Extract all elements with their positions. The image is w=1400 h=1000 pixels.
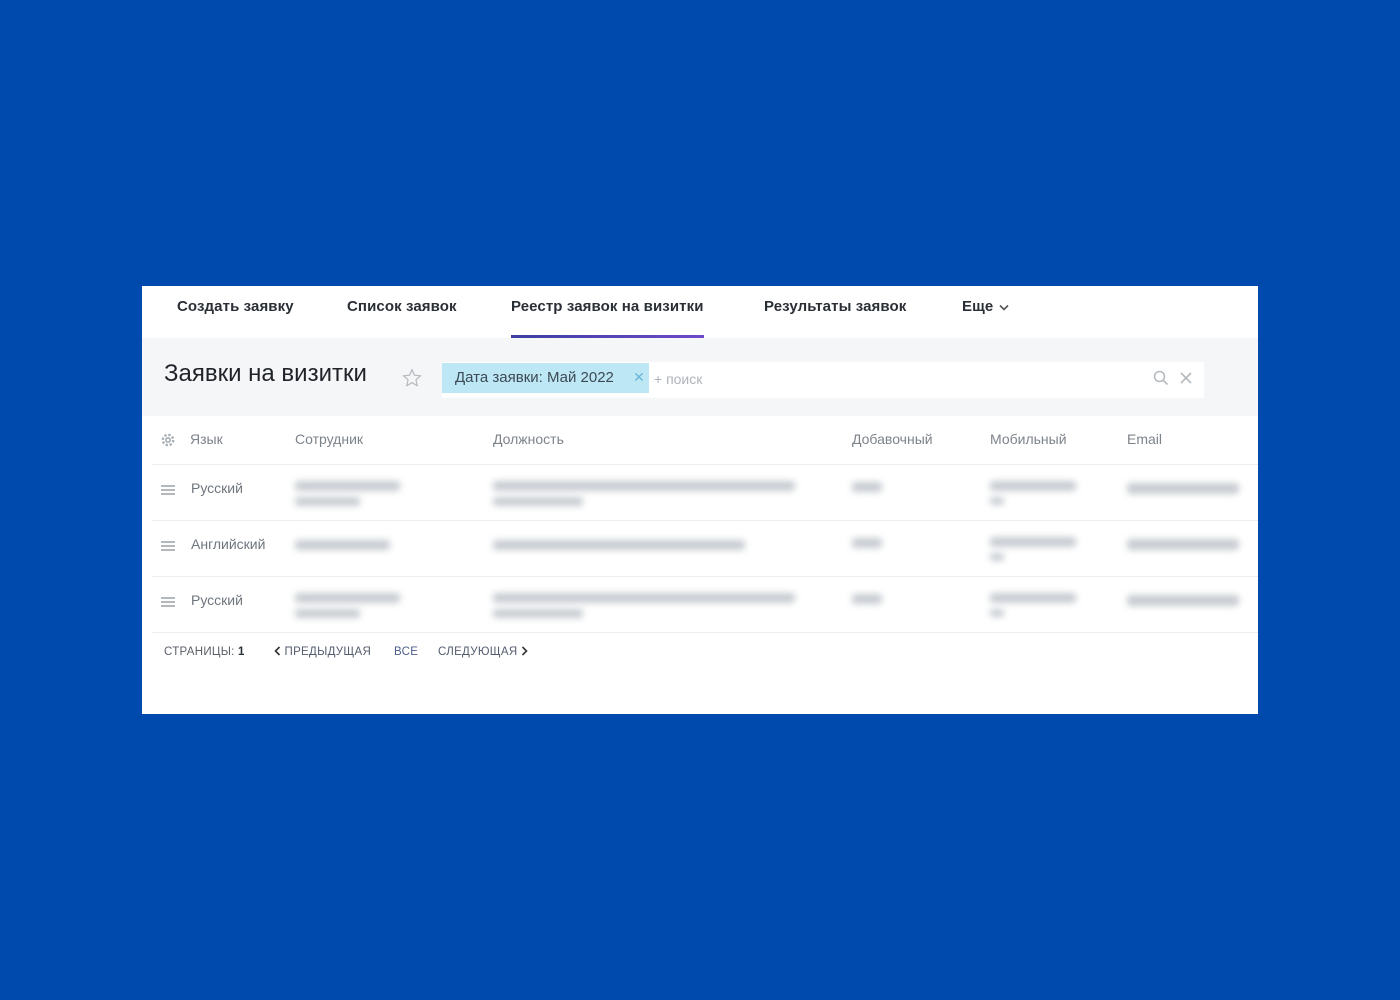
chevron-right-icon bbox=[521, 646, 528, 658]
cell-language: Русский bbox=[191, 480, 243, 496]
redacted-position bbox=[493, 540, 745, 550]
table-row[interactable]: Русский bbox=[152, 577, 1258, 633]
redacted-position bbox=[493, 593, 795, 603]
chevron-left-icon bbox=[274, 646, 281, 658]
redacted-mobile bbox=[990, 553, 1004, 561]
registry-panel: Создать заявку Список заявок Реестр заяв… bbox=[142, 286, 1258, 714]
redacted-extension bbox=[852, 482, 882, 492]
redacted-extension bbox=[852, 594, 882, 604]
redacted-mobile bbox=[990, 609, 1004, 617]
all-pages-link[interactable]: ВСЕ bbox=[394, 646, 418, 658]
redacted-mobile bbox=[990, 481, 1076, 491]
redacted-extension bbox=[852, 538, 882, 548]
pages-label: СТРАНИЦЫ: bbox=[164, 646, 235, 658]
redacted-position bbox=[493, 609, 583, 618]
current-page-number[interactable]: 1 bbox=[238, 646, 245, 658]
tab-request-results[interactable]: Результаты заявок bbox=[764, 286, 906, 338]
column-header-email[interactable]: Email bbox=[1127, 431, 1162, 447]
tab-create-request[interactable]: Создать заявку bbox=[177, 286, 294, 338]
prev-page-label: ПРЕДЫДУЩАЯ bbox=[284, 646, 372, 658]
redacted-employee bbox=[295, 481, 400, 491]
toolbar: Заявки на визитки Дата заявки: Май 2022 … bbox=[142, 338, 1258, 416]
tab-more-label: Еще bbox=[962, 298, 994, 315]
requests-table: Язык Сотрудник Должность Добавочный Моби… bbox=[152, 416, 1258, 633]
redacted-email bbox=[1127, 539, 1239, 550]
tab-business-card-registry[interactable]: Реестр заявок на визитки bbox=[511, 286, 704, 338]
column-header-extension[interactable]: Добавочный bbox=[852, 431, 933, 447]
drag-handle-icon[interactable] bbox=[161, 541, 175, 551]
drag-handle-icon[interactable] bbox=[161, 485, 175, 495]
table-row[interactable]: Английский bbox=[152, 521, 1258, 577]
prev-page-link[interactable]: ПРЕДЫДУЩАЯ bbox=[274, 646, 371, 658]
tab-request-list[interactable]: Список заявок bbox=[347, 286, 457, 338]
filter-chip-date[interactable]: Дата заявки: Май 2022 ✕ bbox=[442, 363, 649, 393]
column-header-language[interactable]: Язык bbox=[190, 431, 223, 447]
next-page-link[interactable]: СЛЕДУЮЩАЯ bbox=[438, 646, 528, 658]
redacted-position bbox=[493, 481, 795, 491]
table-header: Язык Сотрудник Должность Добавочный Моби… bbox=[152, 416, 1258, 465]
search-icon[interactable] bbox=[1153, 370, 1169, 386]
clear-icon[interactable] bbox=[1179, 371, 1193, 385]
filter-search-bar: Дата заявки: Май 2022 ✕ bbox=[442, 362, 1204, 398]
cell-language: Русский bbox=[191, 592, 243, 608]
redacted-mobile bbox=[990, 497, 1004, 505]
column-header-employee[interactable]: Сотрудник bbox=[295, 431, 363, 447]
table-row[interactable]: Русский bbox=[152, 465, 1258, 521]
redacted-mobile bbox=[990, 537, 1076, 547]
gear-icon[interactable] bbox=[160, 432, 176, 448]
redacted-position bbox=[493, 497, 583, 506]
chevron-down-icon bbox=[999, 286, 1009, 328]
column-header-mobile[interactable]: Мобильный bbox=[990, 431, 1067, 447]
tab-bar: Создать заявку Список заявок Реестр заяв… bbox=[142, 286, 1258, 338]
redacted-employee bbox=[295, 497, 360, 506]
tab-label: Реестр заявок на визитки bbox=[511, 298, 704, 315]
redacted-mobile bbox=[990, 593, 1076, 603]
page-title: Заявки на визитки bbox=[164, 360, 367, 387]
next-page-label: СЛЕДУЮЩАЯ bbox=[438, 646, 518, 658]
redacted-employee bbox=[295, 593, 400, 603]
redacted-employee bbox=[295, 540, 390, 550]
redacted-email bbox=[1127, 595, 1239, 606]
close-icon[interactable]: ✕ bbox=[632, 363, 646, 393]
tab-more[interactable]: Еще bbox=[962, 286, 1009, 338]
redacted-employee bbox=[295, 609, 360, 618]
star-icon[interactable] bbox=[401, 367, 423, 389]
cell-language: Английский bbox=[191, 536, 266, 552]
filter-chip-label: Дата заявки: Май 2022 bbox=[455, 369, 614, 386]
drag-handle-icon[interactable] bbox=[161, 597, 175, 607]
search-input[interactable] bbox=[652, 363, 1136, 395]
redacted-email bbox=[1127, 483, 1239, 494]
column-header-position[interactable]: Должность bbox=[493, 431, 564, 447]
